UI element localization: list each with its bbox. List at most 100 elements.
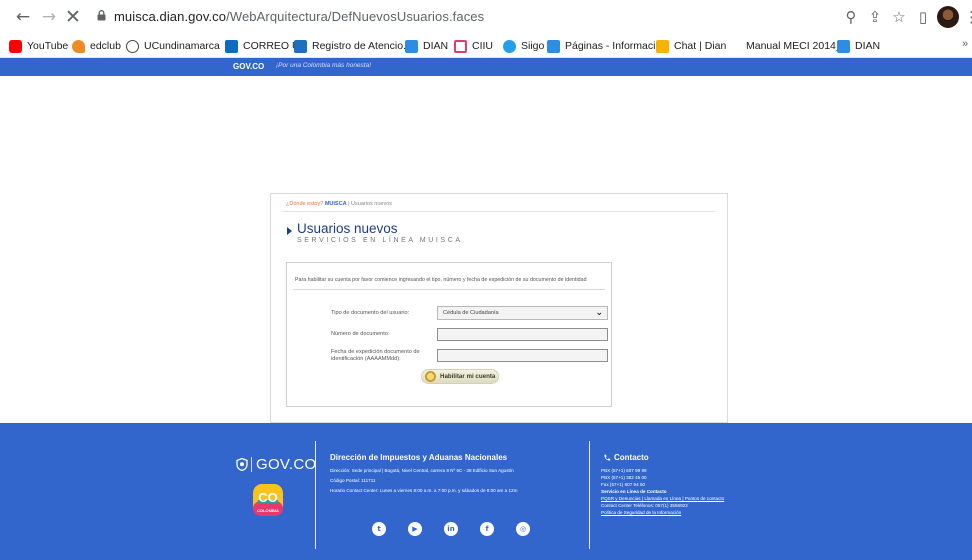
exp-date-input[interactable] xyxy=(437,349,608,362)
gov-badge[interactable]: GOV.CO xyxy=(228,60,270,73)
bookmark-dian-2[interactable]: DIAN xyxy=(837,38,880,54)
page-subtitle: SERVICIOS EN LÍNEA MUISCA xyxy=(297,237,463,244)
bookmark-label: CIIU xyxy=(472,40,493,52)
bookmark-ucundinamarca[interactable]: UCundinamarca xyxy=(126,38,220,54)
co-logo-sub: COLOMBIA xyxy=(257,508,279,513)
facebook-icon[interactable]: f xyxy=(480,522,494,536)
profile-avatar[interactable] xyxy=(937,6,959,28)
title-arrow-icon xyxy=(287,227,292,235)
sidepanel-icon[interactable]: ▯ xyxy=(914,8,932,26)
breadcrumb: ¿Dónde estoy? MUISCA | Usuarios nuevos xyxy=(286,201,392,207)
new-users-panel: ¿Dónde estoy? MUISCA | Usuarios nuevos U… xyxy=(270,193,728,423)
contact-fax: Fax (57+1) 607 94 50 xyxy=(601,482,646,487)
youtube-icon[interactable]: ▶ xyxy=(408,522,422,536)
registro-icon xyxy=(294,39,307,53)
shield-icon xyxy=(236,458,248,471)
gov-top-bar: GOV.CO ¡Por una Colombia más honesta! xyxy=(0,58,972,76)
contact-title-label: Contacto xyxy=(614,453,649,462)
bookmark-label: Registro de Atencio... xyxy=(312,40,412,52)
bookmark-label: Siigo xyxy=(521,40,545,52)
bookmark-label: Chat | Dian xyxy=(674,40,727,52)
page-title: Usuarios nuevos xyxy=(297,221,398,236)
contact-title: Contacto xyxy=(603,453,649,462)
forward-icon[interactable]: → xyxy=(38,6,60,28)
url-path: /WebArquitectura/DefNuevosUsuarios.faces xyxy=(226,9,485,24)
star-icon[interactable]: ☆ xyxy=(890,8,908,26)
dian-icon xyxy=(405,39,418,53)
contact-links[interactable]: PQSR y Denuncias | Llamada en Línea | Pu… xyxy=(601,496,724,502)
enable-account-label: Habilitar mi cuenta xyxy=(440,373,496,380)
bookmark-youtube[interactable]: YouTube xyxy=(9,38,68,54)
gov-badge-label: GOV.CO xyxy=(233,62,265,71)
divider xyxy=(293,289,605,290)
breadcrumb-prefix: ¿Dónde estoy? xyxy=(286,201,324,207)
bookmark-label: UCundinamarca xyxy=(144,40,220,52)
bookmark-label: YouTube xyxy=(27,40,69,52)
breadcrumb-home-link[interactable]: MUISCA xyxy=(325,201,347,207)
chevron-down-icon: ⌄ xyxy=(595,308,603,318)
divider xyxy=(283,211,715,212)
footer-address: Dirección: Sede principal | Bogotá, Nive… xyxy=(330,468,514,473)
siigo-icon xyxy=(503,39,516,53)
bookmarks-overflow-icon[interactable]: » xyxy=(962,38,968,50)
bookmark-dian[interactable]: DIAN xyxy=(405,38,448,54)
outlook-icon xyxy=(225,39,238,53)
bookmark-registro[interactable]: Registro de Atencio... xyxy=(294,38,412,54)
edclub-icon xyxy=(72,39,85,53)
ciiu-icon xyxy=(454,39,467,53)
browser-toolbar: ← → ✕ muisca.dian.gov.co/WebArquitectura… xyxy=(0,0,972,34)
bookmark-paginas[interactable]: Páginas - Informaci... xyxy=(547,38,664,54)
linkedin-icon[interactable]: in xyxy=(444,522,458,536)
divider xyxy=(315,441,316,549)
footer-org-title: Dirección de Impuestos y Aduanas Naciona… xyxy=(330,453,508,462)
bookmark-manual-meci[interactable]: Manual MECI 2014_... xyxy=(746,38,850,54)
doc-number-label: Número de documento: xyxy=(331,331,390,337)
footer-postal: Código Postal: 111711 xyxy=(330,478,376,483)
bookmark-label: Páginas - Informaci... xyxy=(565,40,665,52)
breadcrumb-current: Usuarios nuevos xyxy=(351,201,393,207)
contact-pbx-1: PBX (57+1) 607 99 99 xyxy=(601,468,647,473)
bookmark-siigo[interactable]: Siigo xyxy=(503,38,544,54)
divider xyxy=(251,457,252,472)
doc-type-label: Tipo de documento del usuario: xyxy=(331,310,410,316)
twitter-icon[interactable]: t xyxy=(372,522,386,536)
exp-date-label-1: Fecha de expedición documento de xyxy=(331,349,420,355)
form-intro: Para habilitar su cuenta por favor comie… xyxy=(295,277,587,283)
contact-center: Contact Center Teléfonos: 057(1) 3556922 xyxy=(601,503,688,508)
bookmark-chat-dian[interactable]: Chat | Dian xyxy=(656,38,726,54)
footer-hours: Horario Contact Center: Lunes a viernes … xyxy=(330,488,518,493)
coin-icon xyxy=(425,371,436,382)
divider xyxy=(589,441,590,549)
menu-icon[interactable]: ⋮ xyxy=(964,8,972,26)
youtube-icon xyxy=(9,39,22,53)
footer-gov-logo[interactable]: GOV.CO xyxy=(236,456,316,473)
lock-icon[interactable] xyxy=(97,10,106,21)
doc-type-value: Cédula de Ciudadanía xyxy=(443,310,499,316)
enable-account-button[interactable]: Habilitar mi cuenta xyxy=(421,369,499,384)
doc-type-select[interactable]: Cédula de Ciudadanía ⌄ xyxy=(437,306,608,320)
bookmark-edclub[interactable]: edclub xyxy=(72,38,121,54)
privacy-policy-link[interactable]: Política de Seguridad de la Información xyxy=(601,510,681,516)
bookmarks-bar: YouTube edclub UCundinamarca CORREO U Re… xyxy=(0,34,972,58)
bookmark-correo[interactable]: CORREO U xyxy=(225,38,300,54)
share-icon[interactable]: ⇪ xyxy=(866,8,884,26)
instagram-icon[interactable]: ◎ xyxy=(516,522,530,536)
footer: GOV.CO CO COLOMBIA Dirección de Impuesto… xyxy=(0,423,972,560)
exp-date-label-2: identificación (AAAAMMdd): xyxy=(331,356,401,362)
contact-pbx-2: PBX (57+1) 382 45 00 xyxy=(601,475,647,480)
contact-online-title: Servicio en Línea de Contacto xyxy=(601,489,667,494)
chat-icon xyxy=(656,39,669,53)
close-icon[interactable]: ✕ xyxy=(62,6,84,28)
dian-icon xyxy=(837,39,850,53)
bookmark-label: Manual MECI 2014_... xyxy=(746,40,851,52)
bookmark-ciiu[interactable]: CIIU xyxy=(454,38,493,54)
bookmark-label: DIAN xyxy=(423,40,449,52)
zoom-icon[interactable]: ⚲ xyxy=(842,8,860,26)
address-bar[interactable]: muisca.dian.gov.co/WebArquitectura/DefNu… xyxy=(114,9,484,24)
co-logo-text: CO xyxy=(258,490,278,505)
paginas-icon xyxy=(547,39,560,53)
gov-slogan: ¡Por una Colombia más honesta! xyxy=(276,62,372,69)
back-icon[interactable]: ← xyxy=(12,6,34,28)
doc-number-input[interactable] xyxy=(437,328,608,341)
co-colombia-logo[interactable]: CO COLOMBIA xyxy=(252,482,284,518)
